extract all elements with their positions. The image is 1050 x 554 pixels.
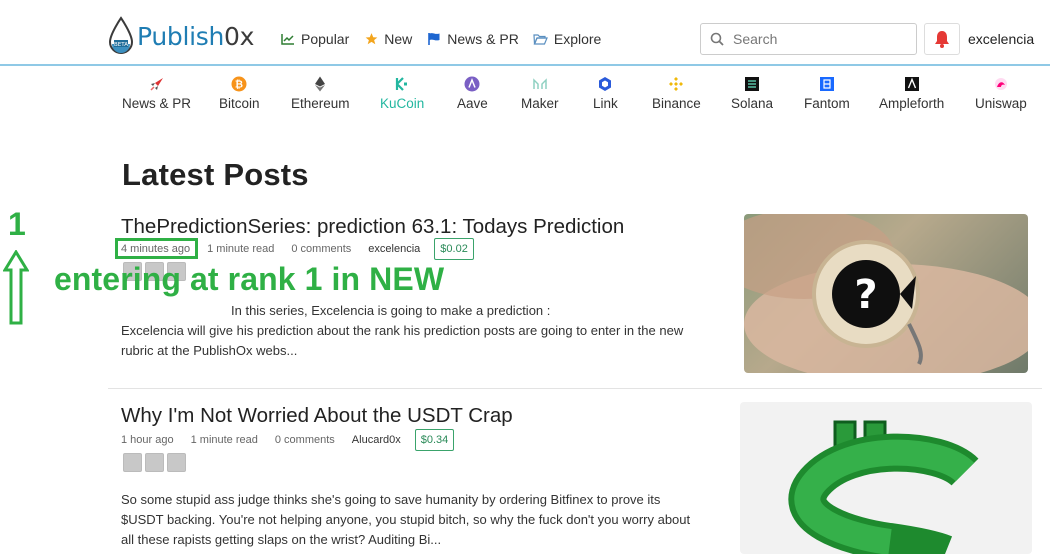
page-title: Latest Posts: [122, 157, 309, 192]
logo-wordmark: Publish0x: [137, 21, 255, 51]
post-excerpt-line: So some stupid ass judge thinks she's go…: [121, 492, 661, 507]
question-coin-image: ?: [744, 214, 1028, 373]
chainlink-icon: [599, 77, 612, 91]
category-binance[interactable]: Binance: [652, 74, 701, 111]
post-excerpt: In this series, Excelencia is going to m…: [121, 301, 721, 361]
share-buttons: [123, 453, 186, 472]
category-ethereum[interactable]: Ethereum: [291, 74, 350, 111]
post-excerpt-line: Excelencia will give his prediction abou…: [121, 323, 684, 338]
bookmark-icon[interactable]: [167, 453, 186, 472]
category-label: Maker: [521, 96, 559, 111]
user-menu[interactable]: excelencia: [968, 31, 1034, 47]
category-label: Uniswap: [975, 96, 1027, 111]
nav-new[interactable]: New: [363, 31, 412, 47]
ethereum-icon: [315, 76, 326, 92]
post-author[interactable]: Alucard0x: [352, 434, 401, 446]
post-title[interactable]: ThePredictionSeries: prediction 63.1: To…: [121, 215, 624, 239]
twitter-share-icon[interactable]: [145, 453, 164, 472]
rocket-icon: [149, 78, 163, 91]
flag-icon: [426, 31, 442, 47]
post-thumbnail[interactable]: [740, 402, 1032, 554]
star-icon: [363, 31, 379, 47]
post-comments[interactable]: 0 comments: [275, 434, 335, 446]
nav-news-pr-label: News & PR: [447, 31, 519, 47]
post-excerpt-line: In this series, Excelencia is going to m…: [231, 303, 551, 318]
category-uniswap[interactable]: Uniswap: [975, 74, 1027, 111]
folder-open-icon: [533, 31, 549, 47]
search-box[interactable]: [700, 23, 917, 55]
dollar-sign-image: [788, 420, 979, 554]
category-label: Bitcoin: [219, 96, 260, 111]
site-logo[interactable]: BETA Publish0x: [106, 16, 254, 56]
nav-explore[interactable]: Explore: [533, 31, 601, 47]
category-ampleforth[interactable]: Ampleforth: [879, 74, 944, 111]
category-label: Link: [593, 96, 618, 111]
post-meta: 1 hour ago 1 minute read 0 comments Aluc…: [121, 429, 471, 451]
top-header: BETA Publish0x Popular New News & PR Exp…: [0, 0, 1050, 66]
category-aave[interactable]: Aave: [457, 74, 488, 111]
bitcoin-icon: ₿: [231, 76, 247, 92]
nav-news-pr[interactable]: News & PR: [426, 31, 519, 47]
category-maker[interactable]: Maker: [521, 74, 559, 111]
chart-line-icon: [280, 31, 296, 47]
category-label: Fantom: [804, 96, 850, 111]
category-link[interactable]: Link: [593, 74, 618, 111]
category-fantom[interactable]: Fantom: [804, 74, 850, 111]
category-label: News & PR: [122, 96, 192, 111]
post-read-time: 1 minute read: [190, 434, 258, 446]
svg-text:₿: ₿: [235, 79, 243, 91]
notifications-button[interactable]: [924, 23, 960, 55]
svg-text:?: ?: [854, 272, 877, 318]
post-divider: [108, 388, 1042, 389]
post-read-time: 1 minute read: [207, 243, 275, 255]
post-title[interactable]: Why I'm Not Worried About the USDT Crap: [121, 404, 513, 428]
post-earnings-badge: $0.34: [414, 429, 455, 451]
bell-icon: [935, 31, 949, 48]
category-label: Ethereum: [291, 96, 350, 111]
post-time: 1 hour ago: [121, 434, 174, 446]
ampleforth-icon: [904, 77, 919, 91]
up-arrow-annotation-icon: [3, 250, 29, 325]
post-earnings-badge: $0.02: [434, 238, 474, 260]
category-news-pr[interactable]: News & PR: [122, 74, 191, 111]
nav-popular-label: Popular: [301, 31, 350, 47]
category-label: Aave: [457, 96, 488, 111]
post-thumbnail[interactable]: ?: [744, 214, 1028, 373]
logo-drop-icon: BETA: [108, 16, 134, 54]
fantom-icon: [819, 77, 834, 91]
annotation-rank-number: 1: [8, 206, 26, 242]
aave-icon: [464, 76, 480, 92]
post-comments[interactable]: 0 comments: [291, 243, 351, 255]
post-excerpt: So some stupid ass judge thinks she's go…: [121, 490, 731, 550]
annotation-text: entering at rank 1 in NEW: [54, 261, 445, 297]
category-label: Ampleforth: [879, 96, 945, 111]
category-label: KuCoin: [380, 96, 425, 111]
svg-text:BETA: BETA: [114, 42, 128, 48]
nav-popular[interactable]: Popular: [280, 31, 349, 47]
category-label: Binance: [652, 96, 701, 111]
facebook-share-icon[interactable]: [123, 453, 142, 472]
solana-icon: [745, 77, 760, 91]
nav-explore-label: Explore: [553, 31, 602, 47]
binance-icon: [669, 77, 684, 91]
main-nav: Popular New News & PR Explore: [280, 31, 615, 47]
category-bitcoin[interactable]: ₿ Bitcoin: [219, 74, 260, 111]
nav-new-label: New: [384, 31, 413, 47]
post-excerpt-line: rubric at the PublishOx webs...: [121, 343, 298, 358]
annotation-highlight-box: [115, 238, 198, 259]
category-solana[interactable]: Solana: [731, 74, 773, 111]
kucoin-icon: [396, 77, 408, 91]
post-author[interactable]: excelencia: [368, 243, 420, 255]
post-excerpt-line: all these rapists getting slaps on the w…: [121, 532, 442, 547]
category-label: Solana: [731, 96, 774, 111]
uniswap-icon: [994, 78, 1007, 90]
post-excerpt-line: $USDT backing. You're not helping anyone…: [121, 512, 691, 527]
search-icon: [710, 32, 724, 46]
maker-icon: [533, 78, 547, 89]
category-kucoin[interactable]: KuCoin: [380, 74, 424, 111]
search-input[interactable]: [733, 31, 903, 47]
